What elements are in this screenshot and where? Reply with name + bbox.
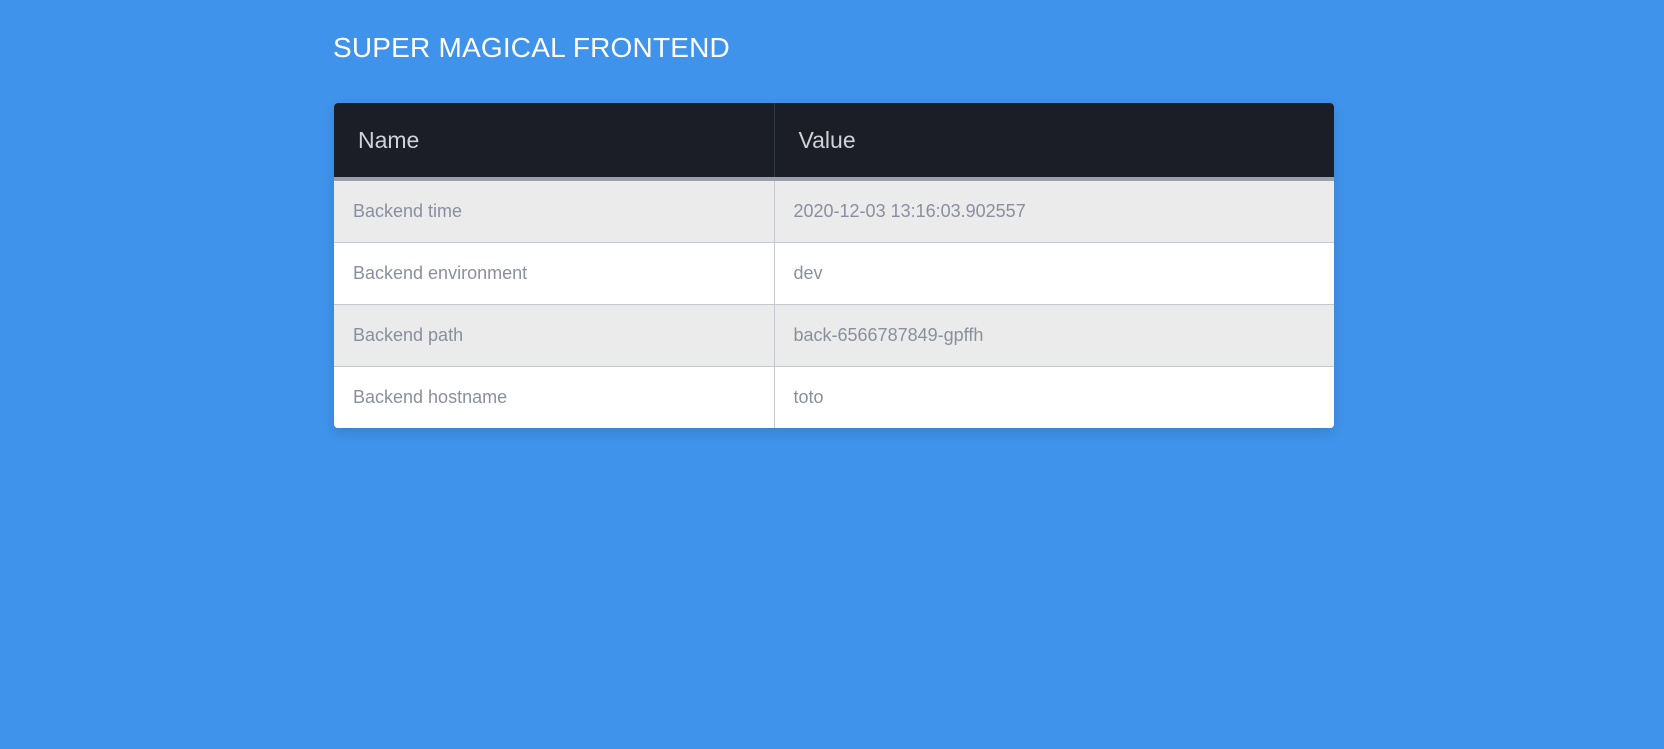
table-row: Backend environment dev xyxy=(334,242,1334,305)
column-header-value: Value xyxy=(774,103,1334,181)
row-name-cell: Backend time xyxy=(334,179,775,243)
table-body: Backend time 2020-12-03 13:16:03.902557 … xyxy=(334,179,1334,428)
column-header-name: Name xyxy=(334,103,775,181)
table-row: Backend time 2020-12-03 13:16:03.902557 xyxy=(334,179,1334,243)
info-table: Name Value Backend time 2020-12-03 13:16… xyxy=(334,103,1334,428)
row-name-cell: Backend environment xyxy=(334,242,775,305)
page-title: SUPER MAGICAL FRONTEND xyxy=(333,32,730,63)
row-value-cell: back-6566787849-gpffh xyxy=(774,304,1334,367)
table-row: Backend path back-6566787849-gpffh xyxy=(334,304,1334,367)
table-header-row: Name Value xyxy=(334,103,1334,181)
row-value-cell: toto xyxy=(774,366,1334,428)
row-value-cell: 2020-12-03 13:16:03.902557 xyxy=(774,179,1334,243)
backend-info-table: Name Value Backend time 2020-12-03 13:16… xyxy=(334,103,1334,428)
table-header: Name Value xyxy=(334,103,1334,181)
row-value-cell: dev xyxy=(774,242,1334,305)
row-name-cell: Backend hostname xyxy=(334,366,775,428)
table-row: Backend hostname toto xyxy=(334,366,1334,428)
row-name-cell: Backend path xyxy=(334,304,775,367)
